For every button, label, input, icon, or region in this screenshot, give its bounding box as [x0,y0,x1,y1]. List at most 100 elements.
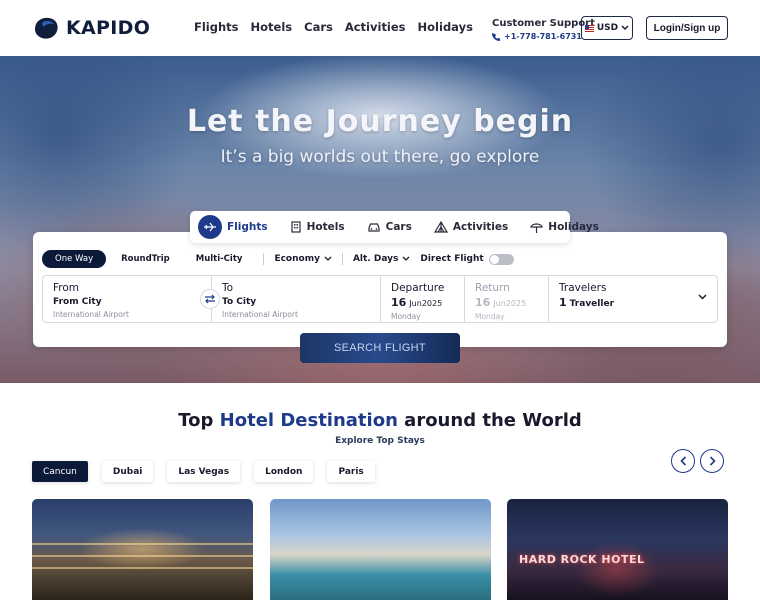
hotel-lights-decor [32,543,253,545]
chevron-down-icon [698,294,707,300]
departure-field[interactable]: Departure 16 Jun2025 Monday [381,276,465,322]
city-tab-dubai[interactable]: Dubai [101,461,154,482]
destinations-title-pre: Top [178,410,214,431]
alt-days-select[interactable]: Alt. Days [351,254,412,264]
currency-code: USD [596,23,619,33]
destinations-title: Top Hotel Destination around the World [0,410,760,431]
site-header: KAPIDO Flights Hotels Cars Activities Ho… [0,0,760,56]
swap-cities-button[interactable] [200,289,220,309]
destinations-subtitle: Explore Top Stays [335,436,425,446]
cabin-class-value: Economy [274,254,320,264]
divider [263,253,265,265]
car-icon [368,222,380,232]
alt-days-label: Alt. Days [352,254,399,264]
activities-icon [433,221,448,233]
tab-cars[interactable]: Cars [356,211,423,243]
login-signup-button[interactable]: Login/Sign up [646,16,728,40]
hotel-card-image[interactable]: HARD ROCK HOTEL [507,499,728,600]
destinations-title-post: around the World [404,410,582,431]
tab-holidays-label: Holidays [548,221,599,233]
swap-arrows-icon [205,294,215,304]
hotel-lights-decor [32,567,253,569]
brand-logo[interactable]: KAPIDO [32,15,150,41]
return-month-year: Jun2025 [493,299,527,308]
return-day: 16 [475,296,491,309]
city-filter-tabs: Cancun Dubai Las Vegas London Paris [32,461,375,482]
support-phone-number: +1-778-781-6731 [504,32,582,41]
to-value: To City [222,297,257,307]
direct-flight-toggle[interactable] [488,253,514,265]
city-tab-paris[interactable]: Paris [327,461,375,482]
logo-mark-icon [35,17,58,39]
tab-flights[interactable]: Flights [198,211,279,243]
search-tabs: Flights Hotels Cars Activities Holidays [190,211,599,243]
tab-hotels[interactable]: Hotels [279,211,356,243]
divider [341,253,343,265]
hotel-card-image[interactable] [270,499,491,600]
to-field[interactable]: To To City International Airport [212,276,381,322]
support-title: Customer Support [492,18,595,29]
direct-flight-label: Direct Flight [420,254,484,264]
hotel-sign-text: HARD ROCK HOTEL [519,553,645,566]
holidays-icon [530,222,544,233]
currency-select[interactable]: USD [581,16,633,40]
hero-subtitle: It’s a big worlds out there, go explore [220,147,540,167]
hero-title: Let the Journey begin [186,104,574,139]
travelers-label: Travelers [559,282,607,294]
to-label: To [222,282,234,294]
city-tab-las-vegas[interactable]: Las Vegas [167,461,241,482]
trip-type-one-way[interactable]: One Way [42,250,107,268]
from-field[interactable]: From From City International Airport [43,276,212,322]
cabin-class-select[interactable]: Economy [272,254,334,264]
return-weekday: Monday [475,312,505,321]
tab-cars-label: Cars [385,221,412,233]
trip-type-roundtrip[interactable]: RoundTrip [108,250,183,268]
nav-activities[interactable]: Activities [345,20,406,34]
travelers-unit: Traveller [569,299,615,309]
hotel-lights-decor [32,555,253,557]
tab-holidays[interactable]: Holidays [519,211,610,243]
return-label: Return [475,282,510,294]
city-tab-london[interactable]: London [254,461,314,482]
tab-activities-label: Activities [452,221,509,233]
departure-label: Departure [391,282,445,294]
return-field[interactable]: Return 16 Jun2025 Monday [465,276,549,322]
us-flag-icon [584,24,594,32]
departure-month-year: Jun2025 [409,299,443,308]
chevron-down-icon [402,256,410,261]
tab-activities[interactable]: Activities [423,211,519,243]
departure-weekday: Monday [391,312,421,321]
city-tab-cancun[interactable]: Cancun [32,461,88,482]
to-hint: International Airport [222,310,298,319]
nav-cars[interactable]: Cars [304,20,333,34]
nav-holidays[interactable]: Holidays [418,20,473,34]
destinations-title-highlight: Hotel Destination [219,410,398,431]
carousel-next-button[interactable] [700,449,724,473]
trip-type-multi-city[interactable]: Multi-City [183,250,256,268]
plane-icon [198,215,222,239]
tab-flights-label: Flights [227,221,268,233]
departure-day: 16 [391,296,407,309]
from-value: From City [53,297,102,307]
nav-flights[interactable]: Flights [194,20,239,34]
search-flight-button[interactable]: SEARCH FLIGHT [300,333,460,363]
brand-name: KAPIDO [66,17,151,39]
hotel-card-image[interactable] [32,499,253,600]
support-phone-link[interactable]: +1-778-781-6731 [492,32,595,41]
phone-icon [492,32,500,41]
travelers-field[interactable]: Travelers 1 Traveller [549,276,717,322]
direct-flight-option: Direct Flight [420,253,514,265]
hotel-icon [291,221,301,233]
carousel-prev-button[interactable] [671,449,695,473]
nav-hotels[interactable]: Hotels [251,20,293,34]
chevron-down-icon [324,256,332,261]
trip-options-row: One Way RoundTrip Multi-City Economy Alt… [42,250,514,268]
flight-search-fields: From From City International Airport To … [42,275,718,323]
main-nav: Flights Hotels Cars Activities Holidays [194,20,473,34]
customer-support: Customer Support +1-778-781-6731 [492,18,595,41]
from-label: From [53,282,80,294]
chevron-left-icon [679,456,686,466]
chevron-down-icon [621,25,629,31]
from-hint: International Airport [53,310,129,319]
tab-hotels-label: Hotels [306,221,345,233]
